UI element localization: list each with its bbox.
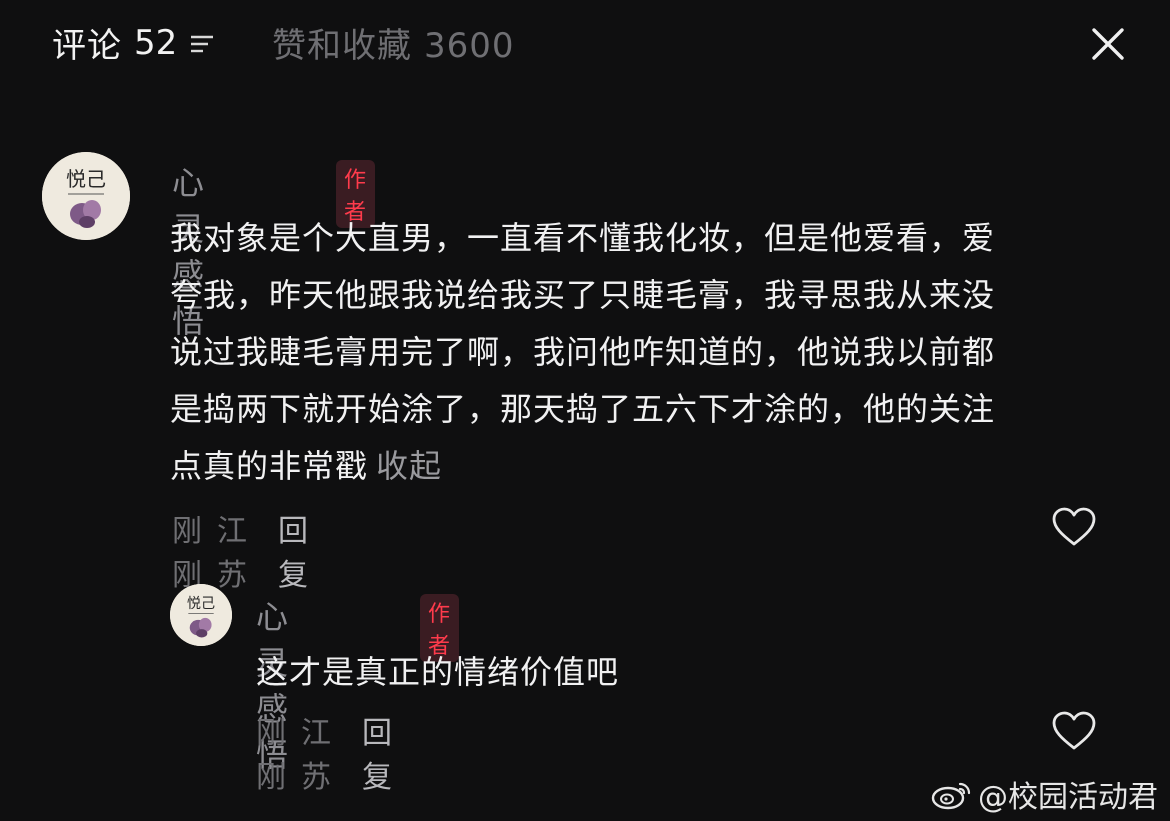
comment-text-line: 点真的非常戳 收起 (170, 438, 1110, 495)
heart-outline-icon (1052, 711, 1096, 750)
tab-likes-count: 3600 (424, 26, 515, 66)
comments-panel: 评论 52 赞和收藏 3600 悦己 心灵感悟 作者 我对象是个大直男，一直看不… (0, 0, 1170, 821)
like-button[interactable] (1051, 710, 1097, 752)
avatar[interactable]: 悦己 (42, 152, 130, 240)
tab-likes-label: 赞和收藏 (272, 26, 412, 66)
comment-time: 刚刚 (172, 514, 203, 593)
like-button[interactable] (1051, 506, 1097, 548)
tab-comments-label: 评论 (52, 26, 122, 66)
collapse-link[interactable]: 收起 (376, 447, 442, 485)
avatar[interactable]: 悦己 (170, 584, 232, 646)
comment-text-line: 是捣两下就开始涂了，那天捣了五六下才涂的，他的关注 (170, 390, 996, 428)
sort-icon[interactable] (187, 28, 217, 58)
tab-likes-favorites[interactable]: 赞和收藏 3600 (272, 18, 527, 67)
svg-text:悦己: 悦己 (66, 167, 106, 191)
comment-meta: 刚刚 江苏 回复 (256, 708, 393, 796)
comment-location: 江苏 (217, 514, 248, 593)
weibo-logo-icon (930, 776, 974, 812)
tab-comments-count: 52 (134, 22, 178, 63)
comment-location: 江苏 (301, 716, 332, 795)
svg-text:悦己: 悦己 (187, 596, 215, 612)
comment-text-line: 说过我睫毛膏用完了啊，我问他咋知道的，他说我以前都 (170, 333, 996, 371)
close-button[interactable] (1088, 24, 1128, 64)
heart-outline-icon (1052, 507, 1096, 546)
comment-text: 我对象是个大直男，一直看不懂我化妆，但是他爱看，爱 夸我，昨天他跟我说给我买了只… (170, 210, 1110, 495)
watermark: @校园活动君 (930, 772, 1158, 816)
comment-time: 刚刚 (256, 716, 287, 795)
reply-button[interactable]: 回复 (362, 708, 393, 796)
reply-button[interactable]: 回复 (278, 506, 309, 594)
watermark-text: @校园活动君 (978, 780, 1158, 815)
comment-text-line: 夸我，昨天他跟我说给我买了只睫毛膏，我寻思我从来没 (170, 276, 996, 314)
comment-text-line-end: 点真的非常戳 (170, 447, 369, 485)
comment-text-line: 我对象是个大直男，一直看不懂我化妆，但是他爱看，爱 (170, 219, 996, 257)
tab-comments[interactable]: 评论 52 (52, 18, 217, 67)
comments-header: 评论 52 赞和收藏 3600 (0, 0, 1170, 90)
comment-text: 这才是真正的情绪价值吧 (256, 653, 620, 691)
close-icon (1092, 28, 1124, 60)
comment-meta: 刚刚 江苏 回复 (172, 506, 309, 594)
